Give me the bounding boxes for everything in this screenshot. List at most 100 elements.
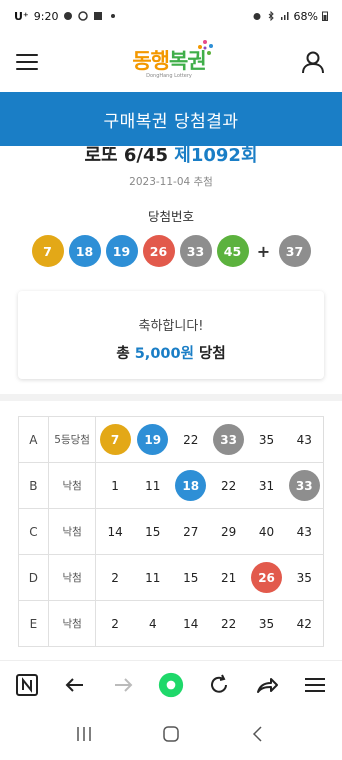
- ticket-number: 15: [183, 570, 199, 585]
- ticket-number-cell: 1: [95, 462, 134, 509]
- ticket-number: 35: [258, 432, 275, 447]
- ticket-number: 43: [296, 524, 312, 539]
- ticket-number: 35: [296, 570, 312, 585]
- logo-text-main: 동행: [132, 49, 170, 73]
- clock: 9:20: [33, 9, 59, 23]
- ticket-number: 2: [111, 616, 119, 631]
- ticket-number: 22: [220, 478, 237, 493]
- logo[interactable]: 동행복권 DongHang Lottery: [132, 40, 213, 79]
- ticket-row: D 낙첨 2 11 15 21 26 35: [18, 554, 324, 601]
- row-result: 낙첨: [47, 462, 97, 509]
- ticket-row: C 낙첨 14 15 27 29 40 43: [18, 508, 324, 555]
- ticket-number-cell: 35: [247, 416, 286, 463]
- ticket-number-cell: 19: [133, 416, 172, 463]
- back-arrow-icon[interactable]: [62, 672, 88, 698]
- ticket-number: 2: [111, 570, 119, 585]
- app-header: 동행복권 DongHang Lottery: [0, 32, 342, 92]
- ticket-number: 22: [220, 616, 237, 631]
- plus-sign: +: [256, 241, 271, 261]
- round-number: 제1092회: [174, 145, 258, 166]
- ticket-number-cell: 26: [247, 554, 286, 601]
- row-label: B: [18, 462, 49, 509]
- row-label: D: [18, 554, 49, 601]
- bluetooth-icon: [268, 11, 274, 21]
- ticket-row: A 5등당첨 7 19 22 33 35 43: [18, 416, 324, 463]
- browser-toolbar: [0, 660, 342, 708]
- ticket-number-cell: 2: [95, 600, 134, 647]
- ticket-number-cell: 43: [285, 416, 324, 463]
- row-result: 5등당첨: [47, 416, 97, 463]
- ticket-number: 31: [258, 478, 275, 493]
- winning-numbers: 7 18 19 26 33 45 +37: [0, 235, 342, 267]
- matched-number-ball: 18: [175, 470, 207, 501]
- recent-apps-icon[interactable]: [74, 724, 94, 744]
- row-result: 낙첨: [47, 600, 97, 647]
- back-icon[interactable]: [248, 724, 268, 744]
- ticket-row: B 낙첨 1 11 18 22 31 33: [18, 462, 324, 509]
- row-result: 낙첨: [47, 508, 97, 555]
- refresh-icon[interactable]: [206, 672, 232, 698]
- ticket-number-cell: 27: [171, 508, 210, 555]
- battery-icon: [322, 11, 328, 21]
- logo-burst-icon: [197, 40, 213, 55]
- user-icon[interactable]: [300, 49, 326, 75]
- winning-ball: 26: [142, 235, 175, 267]
- prize-line: 총 5,000원 당첨: [18, 342, 324, 363]
- page-title: 구매복권 당첨결과: [0, 92, 342, 146]
- ticket-number-cell: 4: [133, 600, 172, 647]
- ticket-number: 11: [145, 478, 161, 493]
- winning-ball: 18: [68, 235, 101, 267]
- ticket-number-cell: 14: [171, 600, 210, 647]
- home-dot-icon[interactable]: [158, 672, 184, 698]
- winning-ball: 19: [105, 235, 138, 267]
- ticket-number: 40: [258, 524, 275, 539]
- naver-icon[interactable]: [14, 672, 40, 698]
- matched-number-ball: 19: [137, 424, 169, 455]
- ticket-number: 35: [258, 616, 275, 631]
- ticket-number-cell: 11: [133, 462, 172, 509]
- winning-ball: 33: [179, 235, 212, 267]
- home-icon[interactable]: [161, 724, 181, 744]
- ticket-number-cell: 15: [171, 554, 210, 601]
- ticket-number-cell: 11: [133, 554, 172, 601]
- matched-number-ball: 7: [99, 424, 131, 455]
- ticket-number-cell: 22: [171, 416, 210, 463]
- row-label: C: [18, 508, 49, 555]
- ticket-number: 11: [145, 570, 161, 585]
- share-icon[interactable]: [254, 672, 280, 698]
- lte-signal-icon: [280, 12, 289, 20]
- bonus-ball: 37: [278, 235, 311, 267]
- draw-date: 2023-11-04 추첨: [129, 176, 213, 188]
- prize-amount: 5,000원: [134, 346, 194, 362]
- winning-ball: 7: [31, 235, 64, 267]
- game-name: 로또 6/45: [84, 145, 169, 166]
- ticket-number-cell: 35: [247, 600, 286, 647]
- ticket-number: 15: [145, 524, 161, 539]
- alarm-icon: [253, 13, 261, 20]
- winning-ball: 45: [216, 235, 249, 267]
- result-card: 축하합니다! 총 5,000원 당첨: [18, 291, 324, 379]
- ticket-number-cell: 2: [95, 554, 134, 601]
- ticket-number-cell: 29: [209, 508, 248, 555]
- row-label: E: [18, 600, 49, 647]
- menu-icon[interactable]: [302, 672, 328, 698]
- row-result: 낙첨: [47, 554, 97, 601]
- ticket-number-cell: 33: [285, 462, 324, 509]
- game-title: 로또 6/45 제1092회: [0, 146, 342, 166]
- ticket-number: 14: [107, 524, 123, 539]
- ticket-number-cell: 42: [285, 600, 324, 647]
- ticket-number-cell: 22: [209, 462, 248, 509]
- menu-icon[interactable]: [16, 54, 38, 70]
- ticket-number: 22: [183, 432, 199, 447]
- ticket-number: 21: [220, 570, 237, 585]
- ticket-number-cell: 18: [171, 462, 210, 509]
- ticket-number-cell: 15: [133, 508, 172, 555]
- image-icon: [94, 12, 103, 20]
- forward-arrow-icon[interactable]: [110, 672, 136, 698]
- ticket-number: 29: [220, 524, 237, 539]
- dot-icon: [111, 14, 116, 18]
- winning-numbers-label: 당첨번호: [147, 209, 194, 224]
- system-nav-bar: [0, 708, 342, 760]
- ticket-table: A 5등당첨 7 19 22 33 35 43 B 낙첨 1 11 18 22 31 33 C 낙첨 14 15 27 2…: [18, 416, 324, 647]
- ticket-number: 27: [183, 524, 199, 539]
